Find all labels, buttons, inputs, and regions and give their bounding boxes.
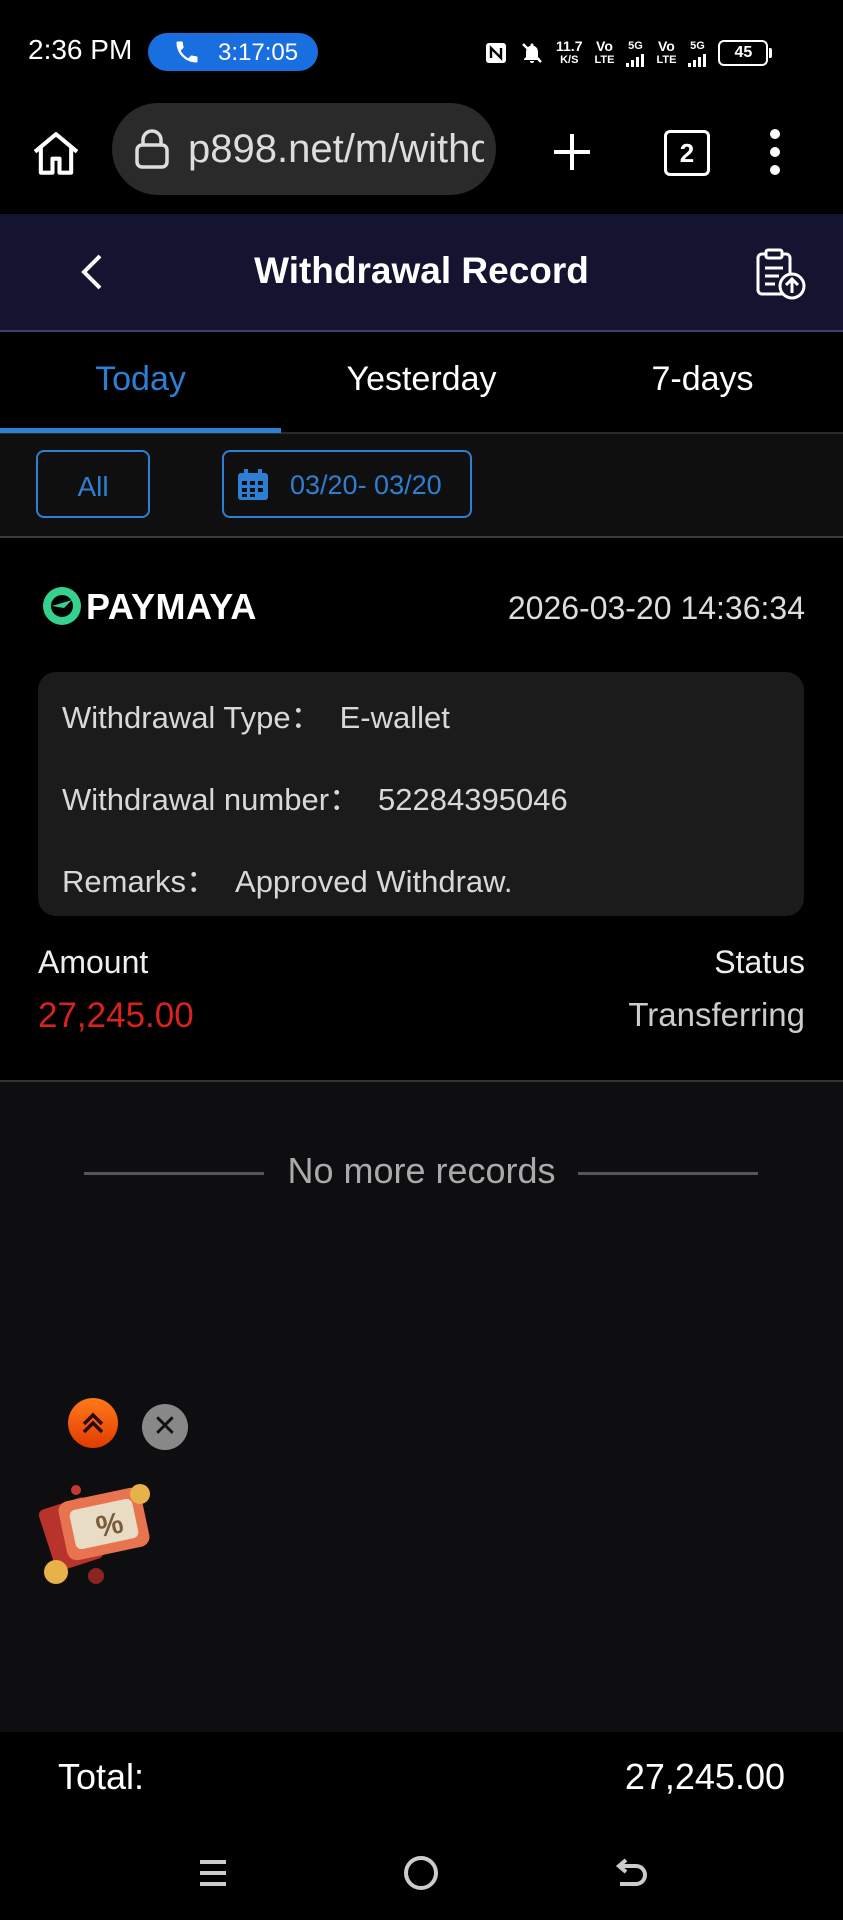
date-tabs: Today Yesterday 7-days bbox=[0, 332, 843, 434]
calendar-icon bbox=[238, 469, 268, 500]
amount-value: 27,245.00 bbox=[38, 996, 194, 1035]
signal-2: 5G bbox=[688, 39, 707, 67]
status-icons: 11.7 K/S Vo LTE 5G Vo LTE 5G 45 bbox=[484, 36, 773, 70]
no-more-records-text: No more records bbox=[287, 1150, 556, 1191]
plus-icon[interactable] bbox=[548, 128, 596, 176]
provider-name: PAYMAYA bbox=[86, 586, 257, 627]
home-icon[interactable] bbox=[28, 126, 84, 182]
tab-7-days[interactable]: 7-days bbox=[562, 360, 843, 399]
type-filter-button[interactable]: All bbox=[36, 450, 150, 518]
total-label: Total: bbox=[58, 1756, 145, 1797]
mute-bell-icon bbox=[522, 43, 542, 63]
total-value: 27,245.00 bbox=[624, 1756, 785, 1797]
home-circle-icon[interactable] bbox=[398, 1850, 444, 1896]
withdrawal-number-value: 52284395046 bbox=[378, 782, 568, 817]
scroll-to-top-button[interactable] bbox=[68, 1398, 118, 1448]
date-range-text: 03/20- 03/20 bbox=[290, 470, 442, 500]
record-details: Withdrawal Type： E-wallet Withdrawal numb… bbox=[38, 672, 804, 916]
paymaya-logo-icon bbox=[43, 587, 81, 625]
signal-bars-icon bbox=[688, 53, 707, 67]
remarks-value: Approved Withdraw. bbox=[235, 864, 513, 899]
volte-1: Vo LTE bbox=[594, 38, 615, 66]
double-chevron-up-icon bbox=[82, 1412, 104, 1434]
amount-label: Amount bbox=[38, 944, 149, 980]
ongoing-call-pill[interactable]: 3:17:05 bbox=[148, 33, 318, 71]
active-tab-indicator bbox=[0, 428, 281, 433]
net-speed: 11.7 K/S bbox=[556, 38, 583, 66]
remarks-row: Remarks： Approved Withdraw. bbox=[62, 856, 512, 901]
tab-switcher-button[interactable]: 2 bbox=[664, 130, 710, 176]
withdrawal-type-value: E-wallet bbox=[339, 700, 450, 735]
tab-yesterday[interactable]: Yesterday bbox=[281, 360, 562, 399]
withdrawal-type-row: Withdrawal Type： E-wallet bbox=[62, 692, 450, 737]
phone-icon bbox=[176, 41, 198, 63]
record-datetime: 2026-03-20 14:36:34 bbox=[507, 590, 805, 626]
call-timer: 3:17:05 bbox=[218, 39, 299, 66]
withdrawal-number-row: Withdrawal number： 52284395046 bbox=[62, 774, 568, 819]
status-label: Status bbox=[714, 944, 805, 980]
status-value: Transferring bbox=[628, 996, 805, 1033]
volte-2: Vo LTE bbox=[656, 38, 677, 66]
back-arrow-icon[interactable] bbox=[608, 1850, 654, 1896]
promo-coupon-icon[interactable]: % bbox=[32, 1480, 162, 1590]
signal-bars-icon bbox=[626, 53, 645, 67]
close-icon[interactable]: ✕ bbox=[142, 1404, 188, 1450]
url-text[interactable]: p898.net/m/withdrawal bbox=[188, 127, 484, 172]
more-vert-icon[interactable] bbox=[760, 126, 790, 178]
tab-today[interactable]: Today bbox=[0, 360, 281, 399]
clipboard-upload-icon[interactable] bbox=[752, 246, 808, 302]
withdrawal-number-label: Withdrawal number： bbox=[62, 782, 361, 817]
withdrawal-type-label: Withdrawal Type： bbox=[62, 700, 322, 735]
app-header: Withdrawal Record bbox=[0, 214, 843, 332]
date-range-button[interactable]: 03/20- 03/20 bbox=[222, 450, 472, 518]
lock-icon bbox=[135, 129, 169, 169]
signal-1: 5G bbox=[626, 39, 645, 67]
page-title: Withdrawal Record bbox=[254, 250, 589, 291]
status-time: 2:36 PM bbox=[28, 34, 133, 65]
battery-indicator: 45 bbox=[718, 40, 773, 66]
remarks-label: Remarks： bbox=[62, 864, 218, 899]
recent-apps-icon[interactable] bbox=[190, 1850, 236, 1896]
nfc-icon bbox=[486, 43, 506, 63]
url-bar[interactable]: p898.net/m/withdrawal bbox=[112, 103, 496, 195]
